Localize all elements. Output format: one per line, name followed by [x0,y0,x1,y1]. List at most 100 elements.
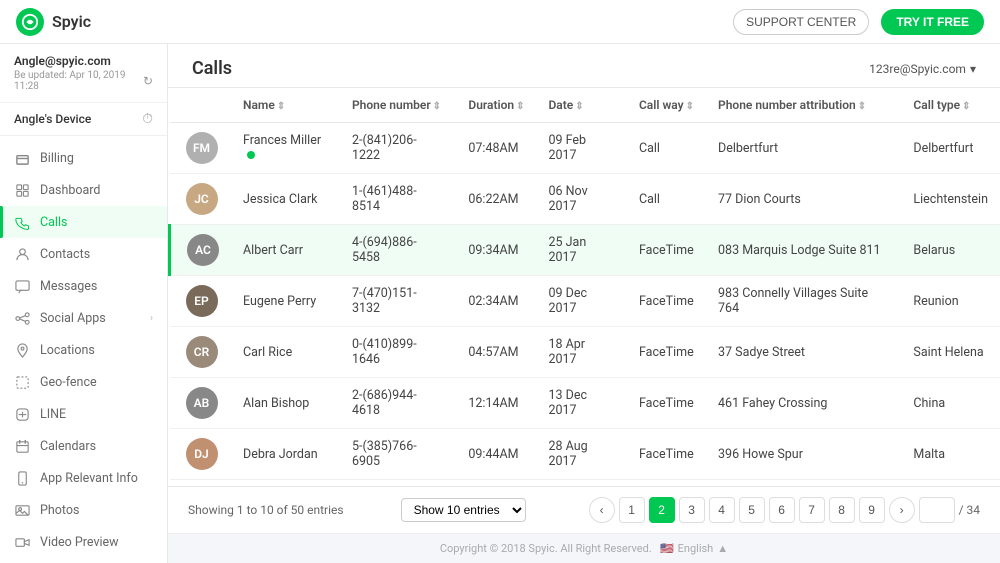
photos-icon [14,502,30,518]
sort-icon: ⇕ [686,101,694,112]
device-icon: ⏱ [142,111,153,127]
date-cell: 09 Dec 2017 [536,276,626,327]
phone-cell: 5-(385)766-6905 [340,429,456,480]
topbar-actions: SUPPORT CENTER TRY IT FREE [733,9,984,35]
calendars-icon [14,438,30,454]
sidebar-item-app-relevant-info[interactable]: App Relevant Info [0,462,167,494]
sidebar-item-social-apps[interactable]: Social Apps › [0,302,167,334]
callway-cell: FaceTime [627,327,706,378]
table-row: EPEugene Perry7-(470)151-313202:34AM09 D… [170,276,1000,327]
sidebar-item-calendars[interactable]: Calendars [0,430,167,462]
nav-label-calls: Calls [40,215,67,230]
page-5-button[interactable]: 5 [739,497,765,523]
duration-cell: 07:48AM [456,123,536,174]
calltype-cell: Reunion [901,276,1000,327]
try-free-button[interactable]: TRY IT FREE [881,9,984,35]
nav-label-geo-fence: Geo-fence [40,375,97,390]
nav-label-messages: Messages [40,279,97,294]
calls-table-container: Name⇕Phone number⇕Duration⇕Date⇕Call way… [168,88,1000,486]
phone_attr-cell: 396 Howe Spur [706,429,901,480]
show-entries-select[interactable]: Show 10 entriesShow 25 entriesShow 50 en… [401,498,526,522]
sidebar-nav: Billing Dashboard Calls Contacts Message… [0,136,167,563]
column-header-duration[interactable]: Duration⇕ [456,88,536,123]
support-center-button[interactable]: SUPPORT CENTER [733,9,869,35]
page-1-button[interactable]: 1 [619,497,645,523]
page-2-button[interactable]: 2 [649,497,675,523]
sidebar-item-billing[interactable]: Billing [0,142,167,174]
topbar-logo-area: Spyic [16,8,91,36]
date-cell: 06 Nov 2017 [536,174,626,225]
online-indicator [247,151,255,159]
sidebar-item-contacts[interactable]: Contacts [0,238,167,270]
page-4-button[interactable]: 4 [709,497,735,523]
callway-cell: Call [627,123,706,174]
pagination-info: Showing 1 to 10 of 50 entries [188,503,344,517]
page-6-button[interactable]: 6 [769,497,795,523]
chevron-down-icon: ▾ [970,62,976,76]
sort-icon: ⇕ [962,101,970,112]
nav-label-locations: Locations [40,343,95,358]
column-header-calltype[interactable]: Call type⇕ [901,88,1000,123]
refresh-icon[interactable]: ↻ [143,74,153,88]
content-header: Calls 123re@Spyic.com ▾ [168,44,1000,88]
column-header-name[interactable]: Name⇕ [231,88,340,123]
page-8-button[interactable]: 8 [829,497,855,523]
table-row: ACAlbert Carr4-(694)886-545809:34AM25 Ja… [170,225,1000,276]
table-row: ABAlan Bishop2-(686)944-461812:14AM13 De… [170,378,1000,429]
sort-icon: ⇕ [858,101,866,112]
duration-cell: 09:34AM [456,225,536,276]
device-name: Angle's Device [14,112,91,126]
avatar-cell: JC [170,174,232,225]
calls-table: Name⇕Phone number⇕Duration⇕Date⇕Call way… [168,88,1000,480]
sidebar-item-photos[interactable]: Photos [0,494,167,526]
sidebar-item-geo-fence[interactable]: Geo-fence [0,366,167,398]
sidebar-item-line[interactable]: LINE [0,398,167,430]
sidebar-item-calls[interactable]: Calls [0,206,167,238]
sidebar-item-locations[interactable]: Locations [0,334,167,366]
sidebar-user-email: Angle@spyic.com [14,54,153,68]
table-row: JCJessica Clark1-(461)488-851406:22AM06 … [170,174,1000,225]
calltype-cell: China [901,378,1000,429]
user-dropdown[interactable]: 123re@Spyic.com ▾ [869,62,976,76]
column-header-phone[interactable]: Phone number⇕ [340,88,456,123]
sidebar-item-call-recordings[interactable]: Call Recordings [0,558,167,563]
callway-cell: FaceTime [627,276,706,327]
updated-text: Be updated: Apr 10, 2019 11:28 [14,70,139,92]
sidebar-item-messages[interactable]: Messages [0,270,167,302]
messages-icon [14,278,30,294]
duration-cell: 02:34AM [456,276,536,327]
nav-label-social-apps: Social Apps [40,311,106,326]
geo-fence-icon [14,374,30,390]
name-cell: Albert Carr [231,225,340,276]
language-selector[interactable]: 🇺🇸 English ▲ [660,542,728,555]
name-cell: Frances Miller [231,123,340,174]
page-total: / 34 [959,503,980,517]
column-header-phone_attr[interactable]: Phone number attribution⇕ [706,88,901,123]
pagination-prev[interactable]: ‹ [589,497,615,523]
header-user-email: 123re@Spyic.com [869,62,966,76]
footer-copyright: Copyright © 2018 Spyic. All Right Reserv… [440,542,652,555]
callway-cell: FaceTime [627,429,706,480]
duration-cell: 09:44AM [456,429,536,480]
page-3-button[interactable]: 3 [679,497,705,523]
avatar-cell: CR [170,327,232,378]
dashboard-icon [14,182,30,198]
sidebar-device: Angle's Device ⏱ [0,103,167,136]
page-input[interactable] [919,497,955,523]
sidebar-user-updated: Be updated: Apr 10, 2019 11:28 ↻ [14,70,153,92]
avatar-cell: AB [170,378,232,429]
pagination-next[interactable]: › [889,497,915,523]
page-7-button[interactable]: 7 [799,497,825,523]
pagination-pages: ‹123456789› / 34 [589,497,980,523]
avatar: DJ [186,438,218,470]
column-header-date[interactable]: Date⇕ [536,88,626,123]
duration-cell: 12:14AM [456,378,536,429]
phone-cell: 1-(461)488-8514 [340,174,456,225]
page-9-button[interactable]: 9 [859,497,885,523]
column-header-callway[interactable]: Call way⇕ [627,88,706,123]
sidebar-item-dashboard[interactable]: Dashboard [0,174,167,206]
sidebar-user-info: Angle@spyic.com Be updated: Apr 10, 2019… [0,44,167,103]
social-apps-icon [14,310,30,326]
avatar: AC [187,234,219,266]
sidebar-item-video-preview[interactable]: Video Preview [0,526,167,558]
